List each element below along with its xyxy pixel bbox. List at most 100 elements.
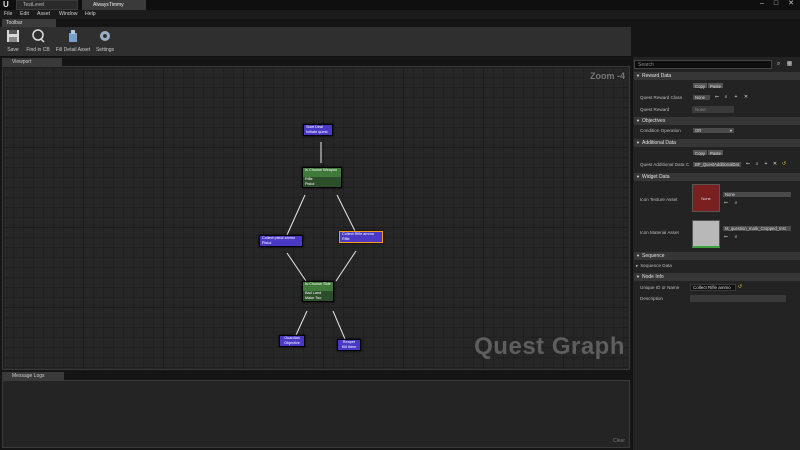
collapse-arrow-icon: ▼ <box>636 174 640 179</box>
additional-copy-button[interactable]: Copy <box>692 149 709 156</box>
reward-paste-button[interactable]: Paste <box>707 82 724 89</box>
details-search-input[interactable]: Search <box>634 60 772 69</box>
node-choose-weapon[interactable]: Is Choose Weapon Rifle Pistol <box>302 167 342 188</box>
description-label: Description <box>640 296 663 301</box>
tab-testlevel-label: TestLevel <box>23 2 45 8</box>
unreal-logo-icon: U <box>3 0 9 9</box>
clear-icon[interactable]: ✕ <box>743 94 749 100</box>
browse-icon[interactable]: ⌕ <box>754 161 760 167</box>
find-in-cb-button[interactable]: Find in CB <box>24 29 52 56</box>
find-in-cb-label: Find in CB <box>26 47 50 53</box>
message-logs-tab-label: Message Logs <box>12 373 45 379</box>
use-selected-arrow-icon[interactable]: ⇐ <box>723 200 729 206</box>
menu-help[interactable]: Help <box>85 10 96 19</box>
node-guardian[interactable]: Guardian Objective <box>279 335 305 347</box>
toolbar-tab[interactable]: Toolbar <box>2 19 56 27</box>
icon-material-combo[interactable]: M_question_mark_Cropped_Inst <box>722 225 792 232</box>
minimize-icon[interactable]: – <box>756 0 768 9</box>
node-start[interactable]: Start Deal Initiate quest <box>303 124 333 136</box>
browse-icon[interactable]: ⌕ <box>733 200 739 206</box>
use-selected-arrow-icon[interactable]: ⇐ <box>714 94 720 100</box>
menu-asset[interactable]: Asset <box>37 10 50 19</box>
settings-label: Settings <box>95 47 115 53</box>
save-label: Save <box>7 47 19 53</box>
menu-edit[interactable]: Edit <box>20 10 29 19</box>
icon-texture-asset-label: Icon Texture Asset <box>640 197 678 202</box>
node-choose-weapon-title: Is Choose Weapon <box>305 168 338 172</box>
unique-id-label: Unique ID or Name <box>640 285 680 290</box>
view-options-icon[interactable]: ▦ <box>785 60 794 69</box>
browse-icon[interactable]: ⌕ <box>723 94 729 100</box>
fill-detail-asset-button[interactable]: Fill Detail Asset <box>55 29 91 56</box>
node-guardian-subtitle: Objective <box>284 341 300 345</box>
viewport-tab-label: Viewport <box>12 59 32 65</box>
reset-to-default-icon[interactable]: ↺ <box>781 161 787 167</box>
menu-file[interactable]: File <box>4 10 12 19</box>
node-collect-pistol-ammo[interactable]: Collect pistol ammo Pistol <box>259 235 303 247</box>
menu-bar <box>0 10 800 19</box>
section-node-info-label: Node Info <box>642 274 664 280</box>
sequence-data-row[interactable]: ▸ Sequence Data <box>636 263 672 269</box>
graph-wires <box>286 142 357 340</box>
section-reward-data[interactable]: ▼ Reward Data <box>634 72 800 80</box>
use-selected-arrow-icon[interactable]: ⇐ <box>723 234 729 240</box>
node-choose-weapon-option-pistol: Pistol <box>303 182 341 187</box>
reward-copy-button[interactable]: Copy <box>692 82 709 89</box>
quest-reward-class-combo[interactable]: None <box>692 94 711 101</box>
save-button[interactable]: Save <box>3 29 23 56</box>
expand-arrow-icon: ▸ <box>636 263 639 268</box>
unique-id-input[interactable]: Collect Rifle ammo <box>690 284 736 291</box>
section-objectives[interactable]: ▼ Objectives <box>634 117 800 125</box>
icon-material-asset-label: Icon Material Asset <box>640 230 679 235</box>
viewport-tab[interactable]: Viewport <box>2 58 62 66</box>
settings-button[interactable]: Settings <box>94 29 116 56</box>
quest-additional-data-label: Quest Additional Data C <box>640 162 690 167</box>
quest-additional-data-combo[interactable]: BP_QuestAdditionalDat <box>692 161 742 168</box>
node-collect-rifle-ammo[interactable]: Collect Rifle ammo Rifle <box>339 231 383 243</box>
section-widget-data[interactable]: ▼ Widget Data <box>634 173 800 181</box>
section-additional-data[interactable]: ▼ Additional Data <box>634 139 800 147</box>
icon-texture-thumbnail[interactable]: None <box>692 184 720 212</box>
toolbar-tab-label: Toolbar <box>6 20 23 26</box>
fill-detail-asset-label: Fill Detail Asset <box>55 47 91 53</box>
node-choose-side[interactable]: Is Choose Side Bad Land Make Too <box>302 281 334 302</box>
icon-texture-combo[interactable]: None <box>722 191 792 198</box>
search-icon[interactable]: ⌕ <box>774 60 783 69</box>
icon-material-thumbnail[interactable] <box>692 220 720 248</box>
condition-operation-value: OR <box>695 128 702 133</box>
collapse-arrow-icon: ▼ <box>636 118 640 123</box>
section-sequence-label: Sequence <box>642 253 665 259</box>
add-icon[interactable]: + <box>763 161 769 167</box>
node-choose-side-title: Is Choose Side <box>305 282 331 286</box>
quest-graph-viewport[interactable]: Zoom -4 Quest Graph Start Deal Initiate … <box>2 66 630 370</box>
node-reaper[interactable]: Reaper Kill them <box>337 339 361 351</box>
collapse-arrow-icon: ▼ <box>636 253 640 258</box>
collapse-arrow-icon: ▼ <box>636 274 640 279</box>
message-log-panel: Clear <box>2 380 630 448</box>
use-selected-arrow-icon[interactable]: ⇐ <box>745 161 751 167</box>
collapse-arrow-icon: ▼ <box>636 73 640 78</box>
add-icon[interactable]: + <box>733 94 739 100</box>
quest-reward-label: Quest Reward <box>640 107 670 112</box>
find-in-content-browser-icon <box>32 29 45 43</box>
tab-quest-asset[interactable]: AlwaysTimmy <box>82 0 146 10</box>
description-input[interactable] <box>690 295 786 302</box>
section-sequence[interactable]: ▼ Sequence <box>634 252 800 260</box>
node-collect-pistol-subtitle: Pistol <box>262 241 272 245</box>
clear-button[interactable]: Clear <box>613 438 625 444</box>
reset-to-default-icon[interactable]: ↺ <box>737 284 743 290</box>
condition-operation-combo[interactable]: OR ▾ <box>692 127 735 134</box>
maximize-icon[interactable]: □ <box>770 0 782 9</box>
node-reaper-subtitle: Kill them <box>341 345 357 349</box>
close-icon[interactable]: ✕ <box>785 0 797 9</box>
additional-paste-button[interactable]: Paste <box>707 149 724 156</box>
message-logs-tab[interactable]: Message Logs <box>2 372 64 380</box>
clear-icon[interactable]: ✕ <box>772 161 778 167</box>
section-additional-data-label: Additional Data <box>642 140 676 146</box>
tab-testlevel[interactable]: TestLevel <box>16 0 78 10</box>
quest-reward-class-label: Quest Reward Class <box>640 95 683 100</box>
browse-icon[interactable]: ⌕ <box>733 234 739 240</box>
section-node-info[interactable]: ▼ Node Info <box>634 273 800 281</box>
quest-reward-field[interactable]: None <box>692 106 734 113</box>
menu-window[interactable]: Window <box>59 10 77 19</box>
